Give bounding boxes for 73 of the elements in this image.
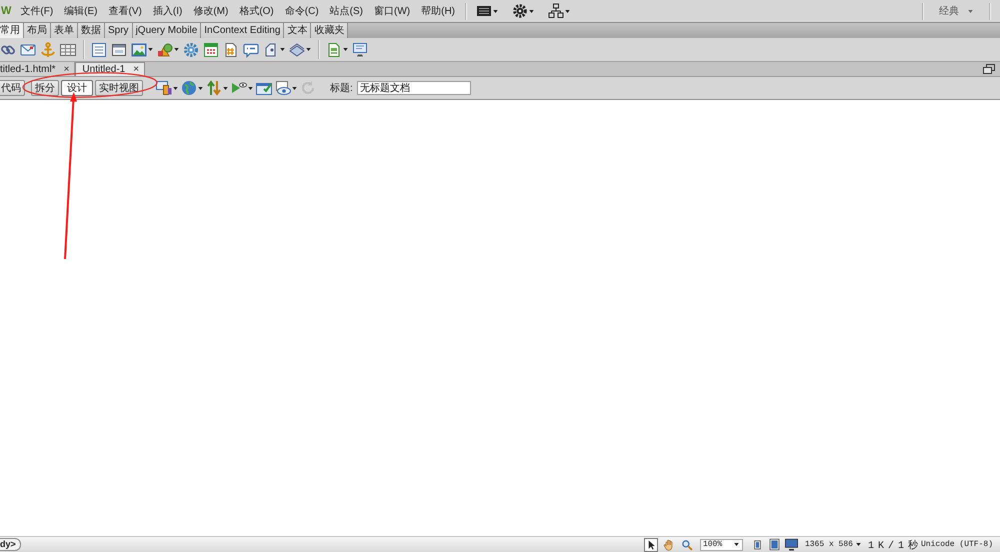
list-panel-icon[interactable] xyxy=(91,42,107,58)
app-logo: W xyxy=(1,5,12,17)
menu-item[interactable]: 插入(I) xyxy=(152,4,182,18)
table-icon[interactable] xyxy=(60,42,76,58)
caret-icon[interactable] xyxy=(223,86,228,90)
window-icon[interactable] xyxy=(111,42,127,58)
view-button[interactable]: 实时视图 xyxy=(95,80,143,96)
layers-icon[interactable] xyxy=(289,42,305,58)
insert-tab[interactable]: jQuery Mobile xyxy=(132,23,202,38)
envelope-icon[interactable] xyxy=(20,42,36,58)
view-button[interactable]: 拆分 xyxy=(31,80,59,96)
caret-icon[interactable] xyxy=(280,48,285,51)
zoom-select[interactable]: 100% xyxy=(700,538,743,550)
desktop-monitor-icon[interactable] xyxy=(784,538,798,551)
hash-document-icon[interactable] xyxy=(223,42,239,58)
view-button[interactable]: 代码 xyxy=(0,80,25,96)
menu-item[interactable]: 站点(S) xyxy=(330,4,363,18)
play-eye-icon[interactable] xyxy=(231,80,247,96)
tablet-icon[interactable] xyxy=(768,538,781,551)
document-icon[interactable] xyxy=(326,42,342,58)
caret-icon[interactable] xyxy=(174,48,179,51)
layout-icon[interactable] xyxy=(476,3,492,19)
insert-tab[interactable]: 收藏夹 xyxy=(311,23,348,38)
window-size-menu[interactable]: 1365 x 586 xyxy=(804,540,861,549)
title-field[interactable]: 无标题文档 xyxy=(356,81,471,95)
encoding-label: Unicode (UTF-8) xyxy=(920,540,993,549)
caret-icon[interactable] xyxy=(343,48,348,51)
caret-icon[interactable] xyxy=(493,10,498,12)
caret-icon[interactable] xyxy=(856,543,861,546)
close-button[interactable]: × xyxy=(64,64,70,74)
insert-tab[interactable]: 常用 xyxy=(0,23,24,38)
tag-selector[interactable]: dy> xyxy=(0,538,21,551)
insert-tab[interactable]: 文本 xyxy=(284,23,312,38)
monitor-icon[interactable] xyxy=(352,42,368,58)
workspace-switcher[interactable]: 经典 xyxy=(933,4,979,18)
check-window-icon[interactable] xyxy=(256,80,272,96)
hierarchy-icon[interactable] xyxy=(548,3,564,19)
menu-item[interactable]: 文件(F) xyxy=(20,4,54,18)
shapes-icon[interactable] xyxy=(157,42,173,58)
insert-tab[interactable]: 布局 xyxy=(24,23,51,38)
document-tab[interactable]: titled-1.html* × xyxy=(0,62,76,76)
eye-icon[interactable] xyxy=(275,80,291,96)
image-icon[interactable] xyxy=(131,42,147,58)
multi-screen-icon[interactable] xyxy=(156,80,172,96)
menu-item[interactable]: 命令(C) xyxy=(284,4,319,18)
close-button[interactable]: × xyxy=(133,64,140,75)
speech-bubble-icon[interactable] xyxy=(243,42,259,58)
menu-item[interactable]: 帮助(H) xyxy=(421,4,455,18)
caret-icon[interactable] xyxy=(198,86,203,90)
menu-item[interactable]: 查看(V) xyxy=(108,4,142,18)
view-button[interactable]: 设计 xyxy=(61,80,93,96)
restore-window-icon[interactable] xyxy=(983,63,995,75)
insert-tab[interactable]: Spry xyxy=(105,23,133,38)
menu-item[interactable]: 编辑(E) xyxy=(64,4,98,18)
caret-icon[interactable] xyxy=(306,48,311,51)
insert-tab[interactable]: 表单 xyxy=(51,23,78,38)
caret-icon[interactable] xyxy=(529,10,534,12)
insert-tab[interactable]: InContext Editing xyxy=(201,23,284,38)
document-tab[interactable]: Untitled-1 × xyxy=(75,62,146,76)
caret-icon[interactable] xyxy=(292,86,297,90)
menu-item[interactable]: 修改(M) xyxy=(193,4,228,18)
download-stats: 1 K / 1 秒 xyxy=(868,538,917,552)
title-label: 标题: xyxy=(330,82,353,95)
caret-icon[interactable] xyxy=(173,86,178,90)
settings-icon[interactable] xyxy=(512,3,528,19)
insert-tab[interactable]: 数据 xyxy=(78,23,105,38)
caret-icon[interactable] xyxy=(148,48,153,51)
calendar-icon[interactable] xyxy=(203,42,219,58)
menu-item[interactable]: 格式(O) xyxy=(239,4,274,18)
caret-icon[interactable] xyxy=(248,86,253,90)
caret-icon[interactable] xyxy=(565,10,570,12)
caret-icon[interactable] xyxy=(734,543,739,546)
menu-item[interactable]: 窗口(W) xyxy=(374,4,410,18)
